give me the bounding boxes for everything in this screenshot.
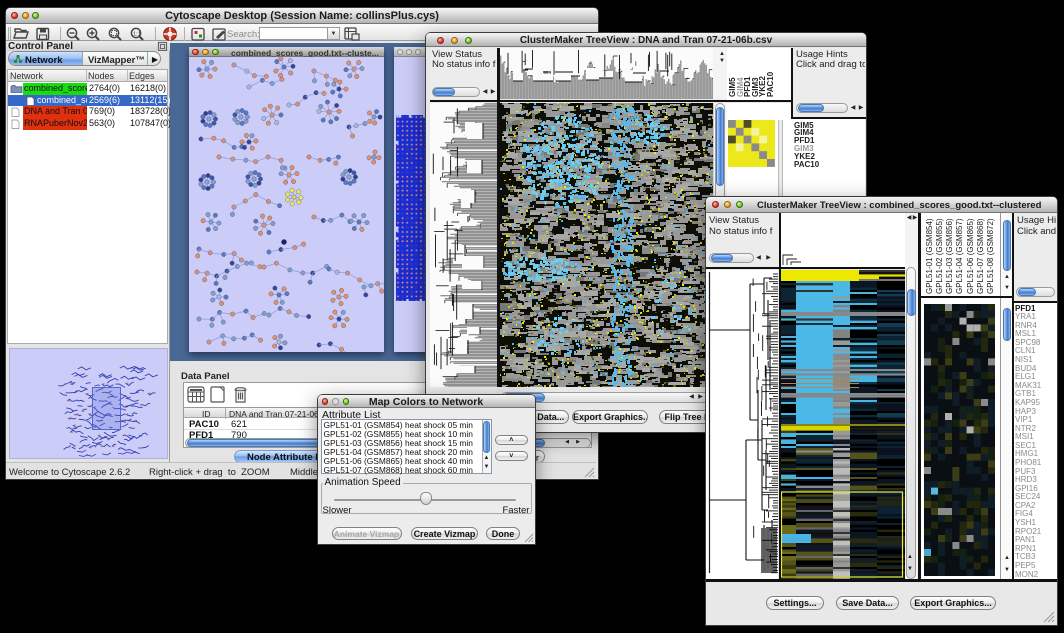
svg-text:1:1: 1:1 — [133, 32, 141, 38]
